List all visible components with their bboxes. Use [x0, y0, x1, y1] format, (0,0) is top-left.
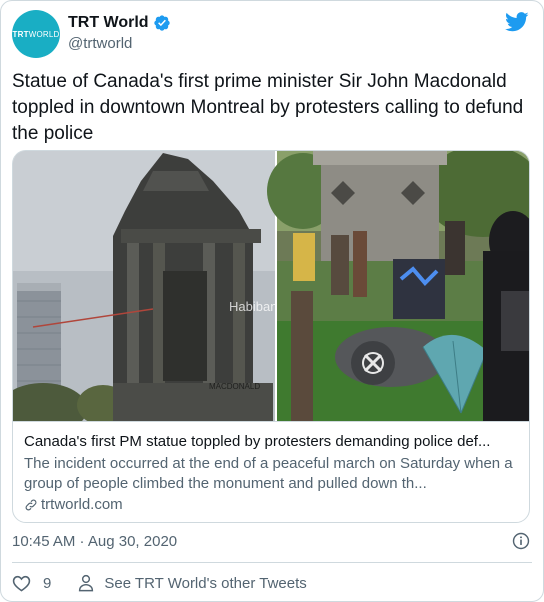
display-name[interactable]: TRT World: [68, 14, 149, 32]
tweet-text: Statue of Canada's first prime minister …: [12, 71, 524, 144]
avatar[interactable]: TRT WORLD: [12, 10, 60, 58]
link-domain-row: trtworld.com: [24, 495, 520, 515]
handle[interactable]: @trtworld: [68, 35, 171, 52]
image-watermark: Habiban: [229, 299, 277, 314]
person-icon: [79, 574, 94, 592]
plaque-text: MACDONALD: [209, 382, 260, 391]
see-more-label: See TRT World's other Tweets: [104, 574, 307, 592]
avatar-text: TRT: [12, 29, 29, 39]
see-more-tweets-link[interactable]: See TRT World's other Tweets: [78, 574, 307, 592]
link-icon: [25, 499, 37, 511]
link-title[interactable]: Canada's first PM statue toppled by prot…: [24, 432, 520, 452]
like-count: 9: [43, 574, 52, 592]
link-preview-body: Canada's first PM statue toppled by prot…: [13, 421, 529, 515]
meta-row: 10:45 AM · Aug 30, 2020: [12, 532, 532, 552]
avatar-text-2: WORLD: [28, 29, 60, 39]
actions-bar: 9 See TRT World's other Tweets: [12, 572, 307, 594]
verified-badge-icon: [153, 15, 170, 31]
heart-icon: [12, 575, 31, 592]
info-icon[interactable]: [512, 532, 530, 550]
like-button[interactable]: 9: [12, 574, 51, 592]
link-description: The incident occurred at the end of a pe…: [24, 455, 513, 492]
author-block: TRT World @trtworld: [68, 14, 171, 52]
name-row: TRT World: [68, 14, 171, 32]
twitter-bird-icon[interactable]: [505, 12, 529, 32]
timestamp[interactable]: 10:45 AM · Aug 30, 2020: [12, 533, 177, 550]
tweet-header: TRT WORLD TRT World @trtworld: [12, 10, 531, 58]
news-photo: MACDONALD Habiban: [13, 151, 529, 421]
divider: [12, 562, 532, 563]
link-domain[interactable]: trtworld.com: [41, 495, 123, 515]
tweet-card: TRT WORLD TRT World @trtworld Statue of C…: [0, 0, 544, 602]
link-preview-card[interactable]: MACDONALD Habiban Canada's first PM stat…: [12, 150, 530, 523]
